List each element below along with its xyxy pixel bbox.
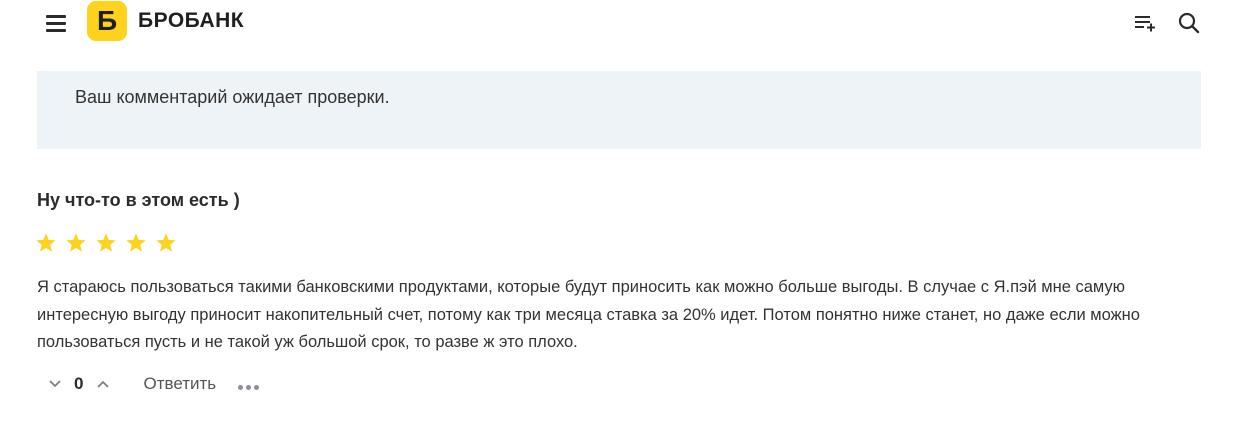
star-icon [96, 233, 116, 252]
star-icon [66, 233, 86, 252]
reply-button[interactable]: Ответить [143, 374, 216, 394]
moderation-notice-text: Ваш комментарий ожидает проверки. [75, 87, 390, 107]
vote-down-chevron-icon[interactable] [45, 374, 65, 394]
playlist-add-icon[interactable] [1133, 11, 1157, 35]
vote-up-chevron-icon[interactable] [93, 374, 113, 394]
comment-body: Я стараюсь пользоваться такими банковски… [37, 278, 1140, 351]
logo-text: БРОБАНК [138, 9, 245, 32]
search-icon[interactable] [1177, 11, 1201, 35]
hamburger-menu-icon[interactable] [46, 14, 66, 32]
star-icon [126, 233, 146, 252]
vote-count: 0 [74, 374, 84, 393]
logo-badge: Б [87, 1, 127, 41]
comment-title: Ну что-то в этом есть ) [37, 190, 240, 210]
moderation-notice: Ваш комментарий ожидает проверки. [37, 71, 1201, 149]
comment-actions: 0 Ответить [37, 370, 262, 398]
more-dots-icon[interactable] [238, 379, 262, 390]
rating-stars [35, 232, 185, 254]
star-icon [36, 233, 56, 252]
site-logo[interactable]: Б БРОБАНК [87, 1, 244, 41]
star-icon [156, 233, 176, 252]
site-header: Б БРОБАНК [0, 0, 1239, 46]
